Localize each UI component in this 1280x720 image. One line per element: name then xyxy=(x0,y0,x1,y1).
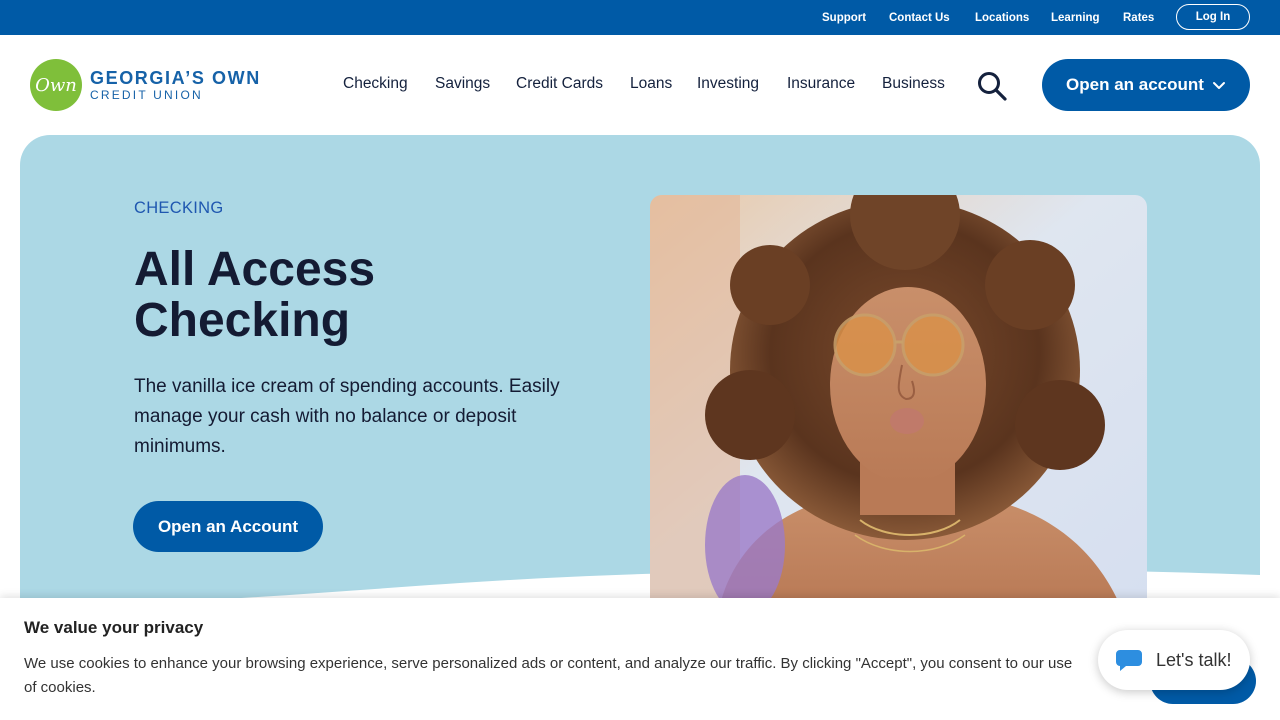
hero-photo-woman-with-sunglasses xyxy=(650,195,1147,605)
chat-label: Let's talk! xyxy=(1156,649,1232,670)
search-icon[interactable] xyxy=(976,70,1008,102)
open-account-menu-button[interactable]: Open an account xyxy=(1042,59,1250,111)
nav-item-loans[interactable]: Loans xyxy=(630,75,672,93)
hero-description: The vanilla ice cream of spending accoun… xyxy=(134,376,560,457)
utility-bar: Support Contact Us Locations Learning Ra… xyxy=(0,0,1280,35)
nav-item-credit-cards[interactable]: Credit Cards xyxy=(516,75,603,93)
utility-link-locations[interactable]: Locations xyxy=(975,12,1029,24)
chevron-down-icon xyxy=(1212,82,1225,89)
cookie-banner-text: We use cookies to enhance your browsing … xyxy=(24,655,1073,696)
open-account-menu-label: Open an account xyxy=(1066,75,1204,94)
logo[interactable]: Own GEORGIA’S OWN CREDIT UNION xyxy=(30,59,280,111)
open-account-button[interactable]: Open an Account xyxy=(133,501,323,552)
logo-subname: CREDIT UNION xyxy=(90,88,203,102)
utility-link-rates[interactable]: Rates xyxy=(1123,12,1154,24)
logo-name: GEORGIA’S OWN xyxy=(90,68,261,88)
utility-link-learning[interactable]: Learning xyxy=(1051,12,1100,24)
nav-item-business[interactable]: Business xyxy=(882,75,945,93)
chat-prompt[interactable]: Let's talk! xyxy=(1098,630,1250,690)
utility-link-contact-us[interactable]: Contact Us xyxy=(889,12,950,24)
nav-item-insurance[interactable]: Insurance xyxy=(787,75,855,93)
logo-mark: Own xyxy=(30,59,82,111)
login-button[interactable]: Log In xyxy=(1176,4,1250,30)
nav-item-savings[interactable]: Savings xyxy=(435,75,490,93)
cookie-banner: We value your privacy We use cookies to … xyxy=(0,598,1280,720)
cookie-banner-title: We value your privacy xyxy=(24,618,204,637)
logo-mark-text: Own xyxy=(35,74,77,96)
nav-item-investing[interactable]: Investing xyxy=(697,75,759,93)
chat-bubble-icon xyxy=(1116,650,1142,671)
hero-title: All Access Checking xyxy=(134,243,376,347)
hero-eyebrow: CHECKING xyxy=(134,199,224,217)
utility-link-support[interactable]: Support xyxy=(822,12,866,24)
nav-item-checking[interactable]: Checking xyxy=(343,75,408,93)
